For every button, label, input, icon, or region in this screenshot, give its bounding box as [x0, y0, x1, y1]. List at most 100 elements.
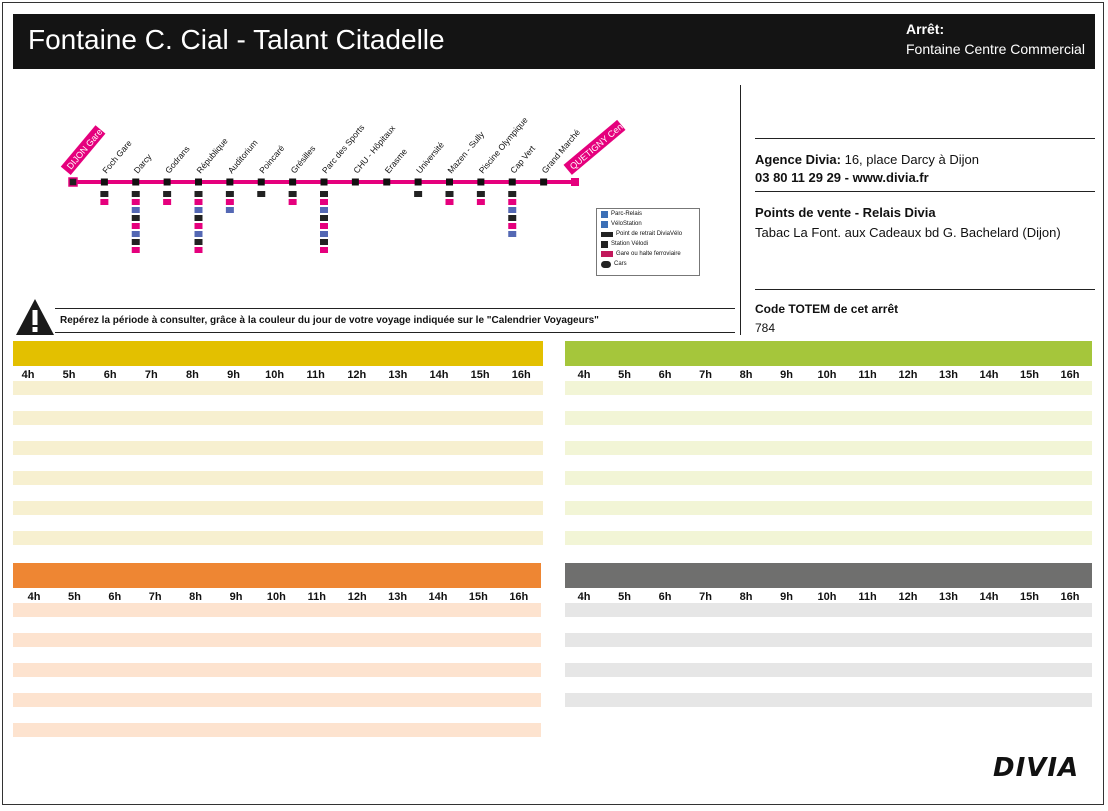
connection-badge	[225, 199, 234, 205]
hour-label: 5h	[618, 369, 631, 381]
legend-item: Parc-Relais	[597, 209, 699, 219]
timetable-row	[565, 531, 1092, 545]
connection-badge	[320, 239, 328, 245]
connection-badge	[320, 199, 328, 205]
stop-label: Université	[414, 140, 446, 176]
timetable-row	[565, 501, 1092, 515]
stop-label: Foch Gare	[100, 138, 134, 175]
hour-label: 10h	[265, 369, 285, 381]
hour-label: 12h	[898, 591, 918, 603]
timetable-row	[565, 633, 1092, 647]
hour-label: 4h	[27, 591, 41, 603]
terminal-marker	[68, 177, 78, 187]
timetable-row	[565, 441, 1092, 455]
connection-badge	[320, 247, 328, 253]
period-color-band	[13, 341, 543, 366]
hour-label: 6h	[658, 369, 672, 381]
stop-label: Erasme	[383, 146, 410, 175]
hour-label: 5h	[618, 591, 631, 603]
stop-label: Auditorium	[226, 138, 260, 176]
divider	[55, 308, 735, 309]
timetable-row	[13, 723, 541, 737]
connection-badge	[194, 247, 203, 253]
legend-item: Station Vélodi	[597, 239, 699, 249]
timetable-row	[13, 471, 543, 485]
connection-badge	[508, 199, 517, 205]
connection-badge	[131, 215, 140, 221]
connection-badge	[320, 207, 328, 213]
connection-badge	[320, 223, 328, 229]
connection-badge	[476, 191, 485, 197]
hour-label: 15h	[470, 369, 490, 381]
connection-badge	[131, 199, 140, 205]
timetable-row	[565, 693, 1092, 707]
stop-marker	[508, 178, 516, 186]
hour-label: 11h	[858, 591, 877, 603]
hour-label: 14h	[429, 369, 449, 381]
timetable-row	[13, 411, 543, 425]
stop-label: Grésilles	[288, 144, 317, 176]
connection-badge	[257, 191, 266, 197]
stop-marker	[477, 178, 485, 186]
stop-marker	[383, 178, 391, 186]
page-header: Fontaine C. Cial - Talant Citadelle Arrê…	[13, 14, 1095, 69]
hour-label: 15h	[1020, 369, 1039, 381]
divider	[755, 289, 1095, 290]
hour-label: 11h	[858, 369, 877, 381]
timetable-period-3: 4h 5h 6h 7h 8h 9h 10h 11h 12h 13h 14h 15h 16h	[13, 563, 541, 743]
stop-label: Cap Vert	[508, 143, 537, 175]
stop-marker	[540, 178, 548, 186]
connection-badge	[194, 215, 203, 221]
hour-label: 14h	[428, 591, 448, 603]
timetable-row	[565, 411, 1092, 425]
hour-label: 10h	[266, 591, 286, 603]
hour-label: 16h	[511, 369, 531, 381]
stop-marker	[446, 178, 453, 186]
vertical-divider	[740, 85, 741, 335]
connection-badge	[131, 247, 140, 253]
warning-row: Repérez la période à consulter, grâce à …	[15, 298, 735, 336]
connection-badge	[131, 223, 140, 229]
connection-badge	[508, 231, 517, 237]
totem-label: Code TOTEM de cet arrêt	[755, 302, 899, 316]
timetable-row	[13, 381, 543, 395]
timetable-period-2: 4h 5h 6h 7h 8h 9h 10h 11h 12h 13h 14h 15h 16h	[565, 341, 1092, 556]
map-legend: Parc-Relais VéloStation Point de retrait…	[596, 208, 700, 276]
stop-label: Arrêt:	[906, 21, 945, 37]
timetable-row	[565, 381, 1092, 395]
hour-label: 12h	[347, 591, 367, 603]
hour-label: 9h	[227, 369, 240, 381]
connection-badge	[445, 199, 454, 205]
hour-label: 5h	[67, 591, 81, 603]
hour-label: 7h	[148, 591, 162, 603]
hour-label: 10h	[817, 591, 837, 603]
stop-label: Darcy	[132, 151, 154, 175]
page-title: Fontaine C. Cial - Talant Citadelle	[28, 24, 445, 55]
hour-label: 8h	[185, 369, 199, 381]
stop-marker	[289, 178, 297, 186]
connection-badge	[320, 231, 328, 237]
agency-info: Agence Divia: 16, place Darcy à Dijon	[755, 152, 1095, 167]
connection-badge	[194, 231, 203, 237]
hour-label: 6h	[108, 591, 122, 603]
hour-label: 15h	[468, 591, 488, 603]
stop-marker	[414, 178, 422, 186]
stop-marker	[132, 178, 140, 186]
timetable-row	[565, 471, 1092, 485]
connection-badge	[508, 223, 517, 229]
connection-badge	[414, 191, 423, 197]
hour-label: 7h	[144, 369, 158, 381]
legend-item: Point de retrait DiviaVélo	[597, 229, 699, 239]
divider	[755, 138, 1095, 139]
timetable-row	[13, 633, 541, 647]
divider	[755, 191, 1095, 192]
timetable-row	[13, 693, 541, 707]
hour-label: 9h	[229, 591, 243, 603]
connection-badge	[508, 191, 517, 197]
terminal-end-label: QUETIGNY Centre	[568, 115, 633, 172]
connection-badge	[225, 191, 234, 197]
hour-label: 7h	[699, 369, 712, 381]
connection-badge	[508, 207, 517, 213]
agency-address: 16, place Darcy à Dijon	[840, 152, 979, 167]
period-color-band	[565, 341, 1092, 366]
